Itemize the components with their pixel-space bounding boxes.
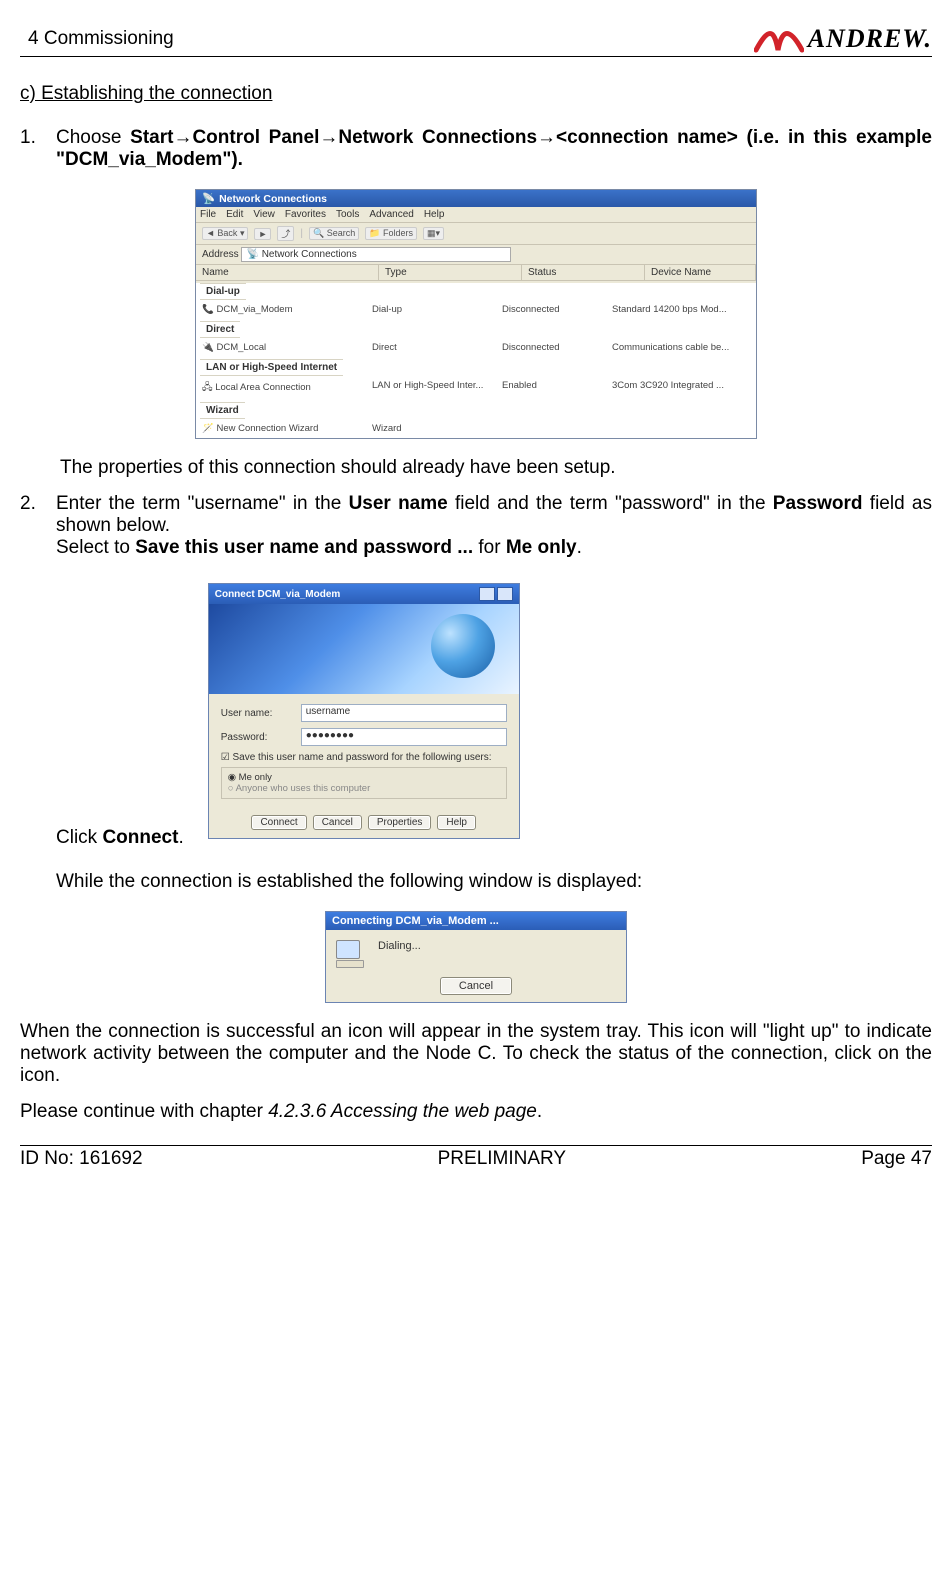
views-button[interactable]: ▦▾ xyxy=(423,227,444,240)
step-number: 2. xyxy=(20,493,56,559)
doc-status: PRELIMINARY xyxy=(438,1148,566,1170)
menu-item[interactable]: View xyxy=(253,209,275,220)
dialog-title-bar: Connect DCM_via_Modem xyxy=(209,584,519,604)
dialog-title-bar: Connecting DCM_via_Modem ... xyxy=(326,912,626,930)
section-heading: 4 Commissioning xyxy=(20,28,174,54)
subsection-title: c) Establishing the connection xyxy=(20,83,932,105)
up-button[interactable]: ⤴ xyxy=(277,226,294,241)
col-header[interactable]: Device Name xyxy=(645,265,756,280)
address-label: Address xyxy=(202,249,239,260)
modem-icon xyxy=(336,940,366,970)
menu-item[interactable]: Tools xyxy=(336,209,359,220)
globe-icon xyxy=(431,614,495,678)
col-header[interactable]: Type xyxy=(379,265,522,280)
table-row[interactable]: 📞 DCM_via_Modem Dial-up Disconnected Sta… xyxy=(196,300,756,319)
menu-item[interactable]: File xyxy=(200,209,216,220)
network-connections-window: 📡 Network Connections File Edit View Fav… xyxy=(195,189,757,439)
tray-text: When the connection is successful an ico… xyxy=(20,1021,932,1087)
username-label: User name: xyxy=(221,708,301,719)
brand-name: ANDREW. xyxy=(808,24,932,54)
dialog-title: Connecting DCM_via_Modem ... xyxy=(332,915,499,927)
dialog-banner xyxy=(209,604,519,694)
menu-item[interactable]: Favorites xyxy=(285,209,326,220)
step-number: 1. xyxy=(20,127,56,171)
group-header: LAN or High-Speed Internet xyxy=(200,359,343,376)
window-title: Network Connections xyxy=(219,193,327,205)
bold-path: Start→Control Panel→Network Connections→… xyxy=(56,127,932,170)
menu-item[interactable]: Help xyxy=(424,209,445,220)
page-footer: ID No: 161692 PRELIMINARY Page 47 xyxy=(20,1145,932,1170)
password-label: Password: xyxy=(221,732,301,743)
table-row[interactable]: 🔌 DCM_Local Direct Disconnected Communic… xyxy=(196,338,756,357)
toolbar: ◄ Back ▾ ► ⤴ | 🔍 Search 📁 Folders ▦▾ xyxy=(196,223,756,245)
dialing-status: Dialing... xyxy=(378,940,421,952)
step-2: 2. Enter the term "username" in the User… xyxy=(20,493,932,559)
connecting-dialog: Connecting DCM_via_Modem ... Dialing... … xyxy=(325,911,627,1003)
group-header: Dial-up xyxy=(200,283,246,300)
brand-logo: ANDREW. xyxy=(754,24,932,54)
click-connect-text: Click Connect. xyxy=(56,827,184,857)
me-only-radio[interactable]: ◉ xyxy=(228,772,239,783)
anyone-label: Anyone who uses this computer xyxy=(236,783,371,794)
step-1: 1. Choose Start→Control Panel→Network Co… xyxy=(20,127,932,171)
setup-note: The properties of this connection should… xyxy=(60,457,932,479)
close-icon[interactable] xyxy=(497,587,513,601)
back-button[interactable]: ◄ Back ▾ xyxy=(202,227,248,240)
column-headers: Name Type Status Device Name xyxy=(196,265,756,281)
page-header: 4 Commissioning ANDREW. xyxy=(20,24,932,57)
andrew-swoosh-icon xyxy=(754,24,804,54)
folders-button[interactable]: 📁 Folders xyxy=(365,227,417,240)
col-header[interactable]: Name xyxy=(196,265,379,280)
cancel-button[interactable]: Cancel xyxy=(440,977,512,995)
help-button[interactable]: Help xyxy=(437,815,476,830)
table-row[interactable]: 🖧 Local Area Connection LAN or High-Spee… xyxy=(196,376,756,400)
menu-bar: File Edit View Favorites Tools Advanced … xyxy=(196,207,756,223)
properties-button[interactable]: Properties xyxy=(368,815,432,830)
col-header[interactable]: Status xyxy=(522,265,645,280)
text: Choose xyxy=(56,127,130,148)
help-icon[interactable] xyxy=(479,587,495,601)
menu-item[interactable]: Advanced xyxy=(369,209,413,220)
group-header: Direct xyxy=(200,321,240,338)
connect-dialog: Connect DCM_via_Modem User name: usernam… xyxy=(208,583,520,839)
address-field[interactable]: 📡 Network Connections xyxy=(241,247,511,262)
password-input[interactable]: ●●●●●●●● xyxy=(301,728,507,746)
window-title-bar: 📡 Network Connections xyxy=(196,190,756,207)
save-checkbox[interactable]: ☑ xyxy=(221,752,233,763)
dialog-title: Connect DCM_via_Modem xyxy=(215,589,341,600)
group-header: Wizard xyxy=(200,402,245,419)
while-connection-text: While the connection is established the … xyxy=(56,871,932,893)
doc-id: ID No: 161692 xyxy=(20,1148,143,1170)
step-text: Choose Start→Control Panel→Network Conne… xyxy=(56,127,932,171)
step-text: Enter the term "username" in the User na… xyxy=(56,493,932,559)
cancel-button[interactable]: Cancel xyxy=(313,815,362,830)
table-row[interactable]: 🪄 New Connection Wizard Wizard xyxy=(196,419,756,438)
username-input[interactable]: username xyxy=(301,704,507,722)
me-only-label: Me only xyxy=(239,772,272,783)
forward-button[interactable]: ► xyxy=(254,228,271,240)
menu-item[interactable]: Edit xyxy=(226,209,243,220)
list-area: Dial-up 📞 DCM_via_Modem Dial-up Disconne… xyxy=(196,283,756,438)
connect-button[interactable]: Connect xyxy=(251,815,306,830)
anyone-radio[interactable]: ○ xyxy=(228,783,236,794)
save-label: Save this user name and password for the… xyxy=(232,752,491,763)
search-button[interactable]: 🔍 Search xyxy=(309,227,359,240)
continue-text: Please continue with chapter 4.2.3.6 Acc… xyxy=(20,1101,932,1123)
folder-icon: 📡 xyxy=(202,192,215,205)
page-number: Page 47 xyxy=(861,1148,932,1170)
address-bar: Address 📡 Network Connections xyxy=(196,245,756,265)
